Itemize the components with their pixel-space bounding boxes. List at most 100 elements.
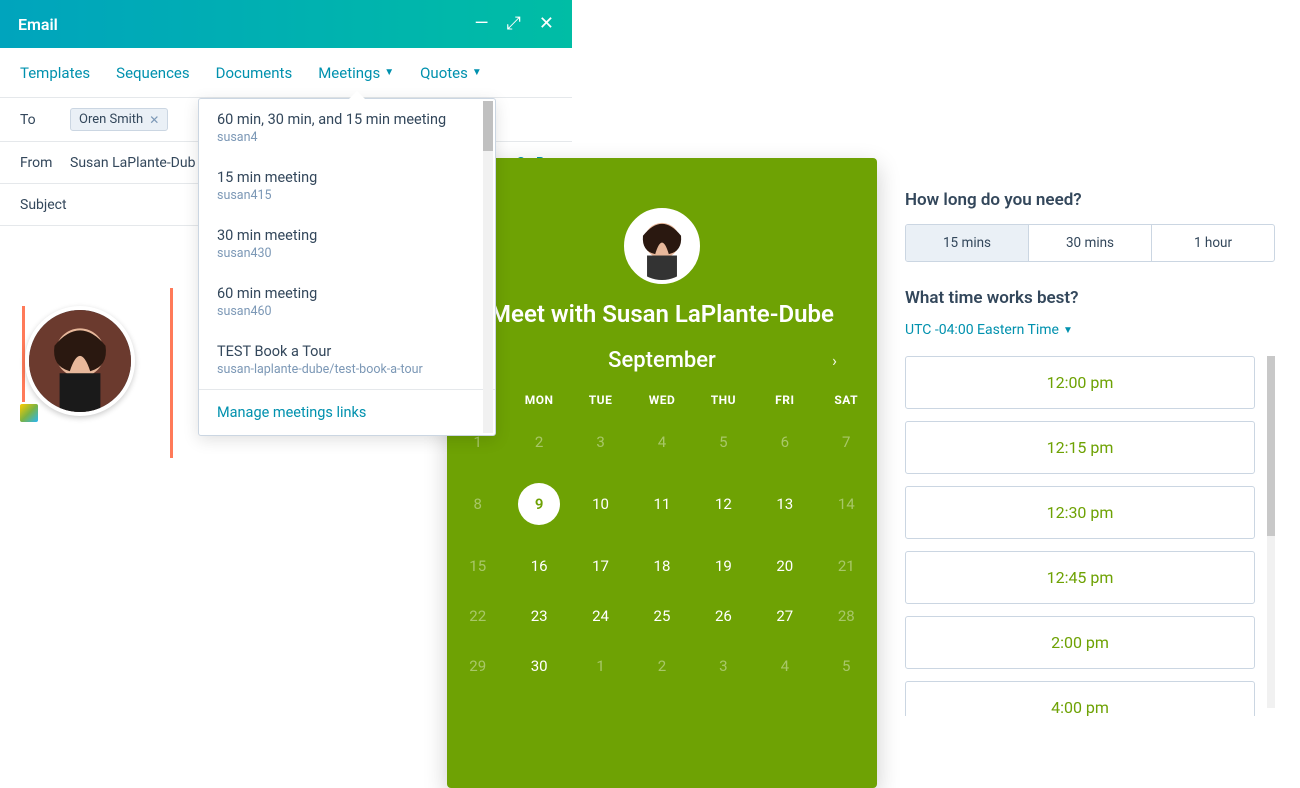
calendar-day[interactable]: 30 [508, 641, 569, 691]
meeting-link-option[interactable]: 60 min, 30 min, and 15 min meeting susan4 [199, 99, 495, 157]
calendar-day[interactable]: 16 [508, 541, 569, 591]
time-question: What time works best? [905, 288, 1275, 308]
meeting-calendar-panel: Meet with Susan LaPlante-Dube ‹ Septembe… [447, 158, 877, 788]
window-controls: — ⤢ ✕ [474, 15, 554, 33]
calendar-day: 21 [816, 541, 877, 591]
meeting-link-title: 15 min meeting [217, 169, 477, 186]
calendar-day: 22 [447, 591, 508, 641]
calendar-day[interactable]: 27 [754, 591, 815, 641]
calendar-day[interactable]: 11 [631, 467, 692, 541]
calendar-day[interactable]: 24 [570, 591, 631, 641]
calendar-day: 5 [816, 641, 877, 691]
timezone-selector[interactable]: UTC -04:00 Eastern Time ▼ [905, 322, 1275, 338]
time-slot[interactable]: 12:15 pm [905, 421, 1255, 474]
compose-toolbar: Templates Sequences Documents Meetings ▼… [0, 48, 572, 98]
duration-option[interactable]: 30 mins [1028, 225, 1151, 261]
calendar-dow: FRI [754, 383, 815, 417]
meeting-link-option[interactable]: 15 min meeting susan415 [199, 157, 495, 215]
tab-meetings[interactable]: Meetings ▼ [318, 64, 394, 82]
subject-label: Subject [20, 197, 80, 213]
calendar-day: 28 [816, 591, 877, 641]
calendar-dow: TUE [570, 383, 631, 417]
calendar-day: 1 [570, 641, 631, 691]
header-title: Email [18, 15, 58, 34]
tab-documents[interactable]: Documents [216, 64, 293, 82]
calendar-day: 14 [816, 467, 877, 541]
minimize-icon[interactable]: — [474, 15, 488, 33]
calendar-day: 3 [570, 417, 631, 467]
duration-option[interactable]: 15 mins [906, 225, 1028, 261]
expand-icon[interactable]: ⤢ [507, 15, 521, 33]
tab-meetings-label: Meetings [318, 64, 380, 82]
meeting-link-option[interactable]: 60 min meetingsusan460 [199, 273, 495, 331]
tab-quotes[interactable]: Quotes ▼ [420, 64, 482, 82]
presence-badge-icon [18, 402, 40, 424]
calendar-day: 7 [816, 417, 877, 467]
duration-option[interactable]: 1 hour [1151, 225, 1274, 261]
calendar-day: 5 [693, 417, 754, 467]
time-slot[interactable]: 12:30 pm [905, 486, 1255, 539]
meeting-link-title: 60 min, 30 min, and 15 min meeting [217, 111, 477, 128]
calendar-day: 8 [447, 467, 508, 541]
calendar-dow: MON [508, 383, 569, 417]
recipient-name: Oren Smith [79, 112, 143, 127]
host-avatar [624, 208, 700, 284]
calendar-day: 29 [447, 641, 508, 691]
next-month-icon[interactable]: › [832, 351, 837, 370]
time-slot[interactable]: 12:00 pm [905, 356, 1255, 409]
to-label: To [20, 112, 70, 128]
tab-templates[interactable]: Templates [20, 64, 90, 82]
meeting-link-slug: susan415 [217, 188, 477, 203]
calendar-day: 4 [754, 641, 815, 691]
calendar-heading: Meet with Susan LaPlante-Dube [447, 300, 877, 328]
meeting-link-slug: susan-laplante-dube/test-book-a-tour [217, 362, 477, 377]
meetings-dropdown: 60 min, 30 min, and 15 min meeting susan4… [198, 98, 496, 436]
meeting-link-slug: susan4 [217, 130, 477, 145]
meeting-link-title: TEST Book a Tour [217, 343, 477, 360]
calendar-day[interactable]: 19 [693, 541, 754, 591]
duration-segmented: 15 mins30 mins1 hour [905, 224, 1275, 262]
calendar-day: 3 [693, 641, 754, 691]
calendar-day: 2 [508, 417, 569, 467]
calendar-day[interactable]: 13 [754, 467, 815, 541]
meeting-link-option[interactable]: TEST Book a Tour susan-laplante-dube/test… [199, 331, 495, 389]
calendar-day[interactable]: 20 [754, 541, 815, 591]
calendar-day[interactable]: 17 [570, 541, 631, 591]
tab-quotes-label: Quotes [420, 64, 468, 82]
time-slots: 12:00 pm 12:15 pm 12:30 pm 12:45 pm 2:00 pm 4… [905, 356, 1275, 716]
meeting-link-title: 30 min meeting [217, 227, 477, 244]
recipient-chip[interactable]: Oren Smith ✕ [70, 108, 168, 131]
remove-recipient-icon[interactable]: ✕ [149, 113, 159, 127]
calendar-day[interactable]: 25 [631, 591, 692, 641]
meeting-link-slug: susan430 [217, 246, 477, 261]
dropdown-scroll-thumb[interactable] [483, 101, 493, 151]
slots-scroll-thumb[interactable] [1267, 356, 1275, 536]
time-slot[interactable]: 12:45 pm [905, 551, 1255, 604]
calendar-day: 4 [631, 417, 692, 467]
calendar-day: 6 [754, 417, 815, 467]
calendar-day[interactable]: 18 [631, 541, 692, 591]
email-header: Email — ⤢ ✕ [0, 0, 572, 48]
calendar-day[interactable]: 10 [570, 467, 631, 541]
sender-avatar [22, 306, 135, 416]
from-value: Susan LaPlante-Dub [70, 155, 195, 171]
from-label: From [20, 155, 70, 171]
calendar-day[interactable]: 9 [508, 467, 569, 541]
calendar-dow: SAT [816, 383, 877, 417]
meeting-link-option[interactable]: 30 min meeting susan430 [199, 215, 495, 273]
calendar-dow: WED [631, 383, 692, 417]
calendar-day: 15 [447, 541, 508, 591]
calendar-day[interactable]: 26 [693, 591, 754, 641]
manage-meetings-link[interactable]: Manage meetings links [199, 389, 495, 435]
duration-question: How long do you need? [905, 190, 1275, 210]
accent-strip [170, 288, 173, 458]
tab-sequences[interactable]: Sequences [116, 64, 189, 82]
calendar-day[interactable]: 23 [508, 591, 569, 641]
time-slot[interactable]: 4:00 pm [905, 681, 1255, 716]
caret-down-icon: ▼ [1063, 325, 1073, 336]
calendar-day[interactable]: 12 [693, 467, 754, 541]
caret-down-icon: ▼ [472, 67, 482, 78]
meeting-link-slug: susan460 [217, 304, 477, 319]
close-icon[interactable]: ✕ [539, 15, 554, 33]
time-slot[interactable]: 2:00 pm [905, 616, 1255, 669]
